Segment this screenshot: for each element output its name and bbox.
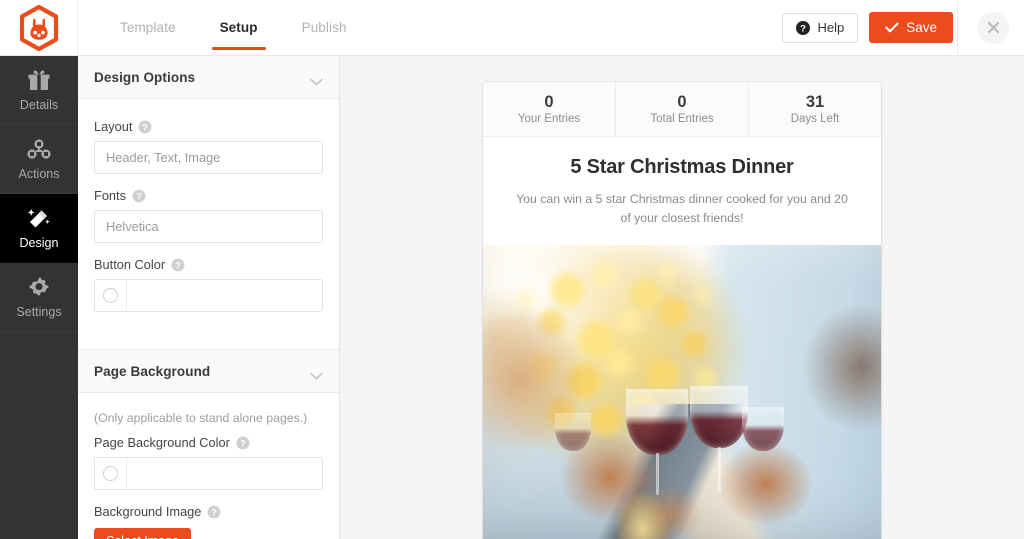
tab-template[interactable]: Template xyxy=(98,0,198,56)
button-color-input[interactable] xyxy=(127,280,322,311)
top-bar: Template Setup Publish ? Help Save xyxy=(0,0,1024,56)
rabbit-hexagon-logo xyxy=(18,4,60,51)
help-button[interactable]: ? Help xyxy=(782,12,859,43)
layout-value: Header, Text, Image xyxy=(106,150,221,165)
close-icon xyxy=(987,21,1000,34)
preview-canvas: 0 Your Entries 0 Total Entries 31 Days L… xyxy=(340,56,1024,539)
section-header-design-options[interactable]: Design Options xyxy=(78,56,339,99)
svg-text:?: ? xyxy=(240,438,246,448)
fonts-field-label: Fonts ? xyxy=(94,188,323,203)
stat-value: 31 xyxy=(805,92,825,111)
logo-cell xyxy=(0,0,78,56)
gift-icon xyxy=(26,68,52,92)
select-image-button[interactable]: Select Image xyxy=(94,528,191,539)
section-header-page-background[interactable]: Page Background xyxy=(78,350,339,393)
sidebar-item-design[interactable]: Design xyxy=(0,194,78,263)
top-bar-actions: ? Help Save xyxy=(782,0,1024,56)
giveaway-hero-image xyxy=(483,245,881,539)
svg-text:?: ? xyxy=(143,122,149,132)
stat-label: Days Left xyxy=(790,113,840,126)
close-button[interactable] xyxy=(977,11,1009,44)
promo-description: You can win a 5 star Christmas dinner co… xyxy=(516,192,848,226)
layout-label: Layout xyxy=(94,119,133,134)
question-circle-icon: ? xyxy=(796,20,811,35)
stat-value: 0 xyxy=(544,92,554,111)
page-bg-color-input[interactable] xyxy=(127,458,322,489)
stat-days-left: 31 Days Left xyxy=(749,82,881,136)
help-circle-icon[interactable]: ? xyxy=(132,189,146,203)
stats-row: 0 Your Entries 0 Total Entries 31 Days L… xyxy=(483,82,881,137)
color-swatch-circle xyxy=(103,466,118,481)
save-button[interactable]: Save xyxy=(869,12,953,43)
help-circle-icon[interactable]: ? xyxy=(171,258,185,272)
fonts-label: Fonts xyxy=(94,188,127,203)
chevron-down-icon[interactable] xyxy=(310,367,323,380)
sidebar-item-label: Design xyxy=(19,236,59,250)
fonts-value: Helvetica xyxy=(106,219,159,234)
section-title: Page Background xyxy=(94,363,211,379)
button-color-picker[interactable] xyxy=(94,279,323,312)
page-bg-color-label: Page Background Color xyxy=(94,435,230,450)
page-background-color-picker[interactable] xyxy=(94,457,323,490)
page-background-note: (Only applicable to stand alone pages.) xyxy=(94,411,308,425)
stat-value: 0 xyxy=(677,92,687,111)
button-color-label: Button Color xyxy=(94,257,166,272)
layout-select[interactable]: Header, Text, Image xyxy=(94,141,323,174)
main-tabs: Template Setup Publish xyxy=(98,0,369,56)
help-circle-icon[interactable]: ? xyxy=(138,120,152,134)
page-bg-color-field-label: Page Background Color ? xyxy=(94,435,323,450)
color-swatch-circle xyxy=(103,288,118,303)
page-title: 5 Star Christmas Dinner xyxy=(570,156,794,178)
sidebar-item-label: Details xyxy=(19,98,59,112)
svg-text:?: ? xyxy=(175,260,181,270)
sidebar-item-details[interactable]: Details xyxy=(0,56,78,125)
sidebar-item-actions[interactable]: Actions xyxy=(0,125,78,194)
section-title: Design Options xyxy=(94,69,196,85)
promo-text-block: 5 Star Christmas Dinner You can win a 5 … xyxy=(483,137,881,246)
stat-your-entries: 0 Your Entries xyxy=(483,82,616,136)
svg-text:?: ? xyxy=(801,23,807,34)
toolbar-divider xyxy=(957,0,958,56)
button-color-swatch[interactable] xyxy=(95,280,127,311)
page-background-body: (Only applicable to stand alone pages.) … xyxy=(78,393,339,539)
layout-field-label: Layout ? xyxy=(94,119,323,134)
help-circle-icon[interactable]: ? xyxy=(236,436,250,450)
background-image-field-label: Background Image ? xyxy=(94,504,323,519)
chevron-down-icon[interactable] xyxy=(310,73,323,86)
sidebar-item-settings[interactable]: Settings xyxy=(0,263,78,332)
giveaway-preview-card: 0 Your Entries 0 Total Entries 31 Days L… xyxy=(483,82,881,539)
fonts-select[interactable]: Helvetica xyxy=(94,210,323,243)
tab-publish[interactable]: Publish xyxy=(280,0,369,56)
left-sidebar: Details Actions Design Settings xyxy=(0,56,78,539)
sidebar-item-label: Settings xyxy=(16,305,62,319)
design-settings-panel: Design Options Layout ? Header, Text, Im… xyxy=(78,56,340,539)
help-circle-icon[interactable]: ? xyxy=(207,505,221,519)
background-image-label: Background Image xyxy=(94,504,202,519)
gear-icon xyxy=(26,275,52,299)
check-icon xyxy=(885,22,899,33)
svg-text:?: ? xyxy=(212,507,218,517)
panel-divider xyxy=(78,326,339,350)
tab-setup[interactable]: Setup xyxy=(198,0,280,56)
blocks-icon xyxy=(26,137,52,161)
help-button-label: Help xyxy=(817,20,845,35)
photo-vignette-layer xyxy=(483,245,881,539)
svg-text:?: ? xyxy=(136,191,142,201)
button-color-field-label: Button Color ? xyxy=(94,257,323,272)
page-bg-color-swatch[interactable] xyxy=(95,458,127,489)
save-button-label: Save xyxy=(906,20,937,35)
sidebar-item-label: Actions xyxy=(18,167,60,181)
stat-label: Total Entries xyxy=(650,113,714,126)
design-options-body: Layout ? Header, Text, Image Fonts ? Hel… xyxy=(78,99,339,326)
stat-total-entries: 0 Total Entries xyxy=(616,82,749,136)
stat-label: Your Entries xyxy=(517,113,581,126)
giveaway-builder-app: Template Setup Publish ? Help Save Detai… xyxy=(0,0,1024,539)
magic-wand-icon xyxy=(26,206,52,230)
